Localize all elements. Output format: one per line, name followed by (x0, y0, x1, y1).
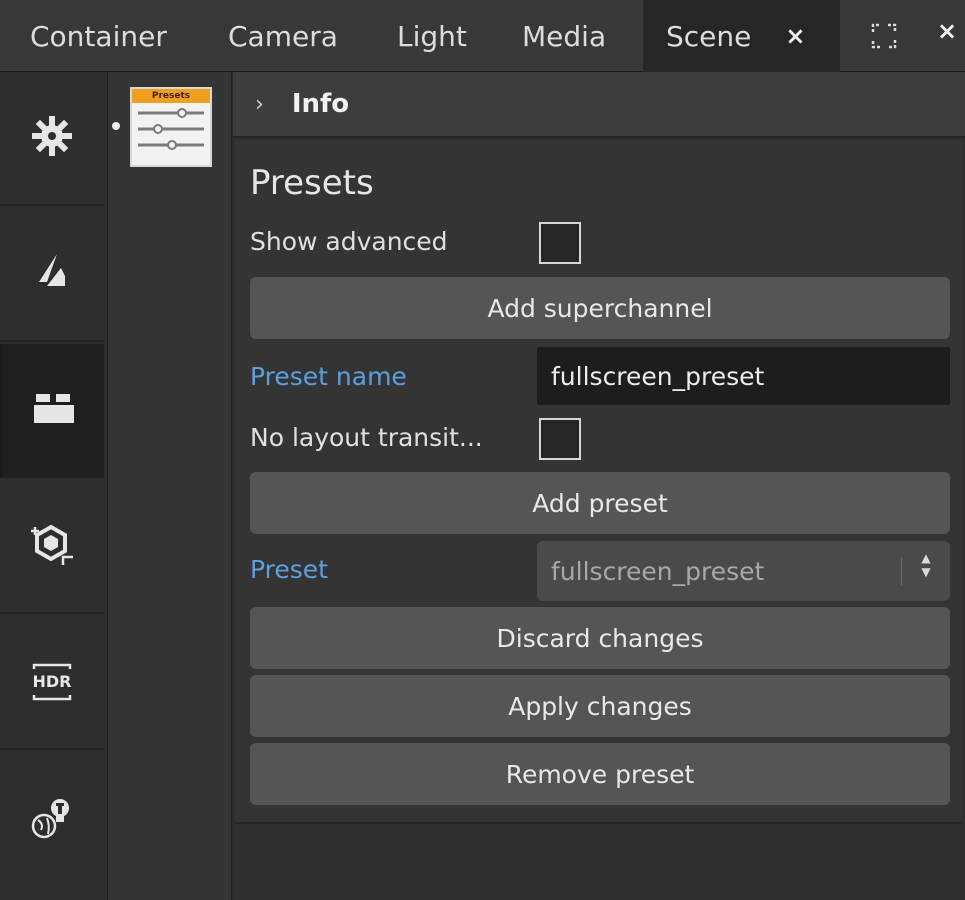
tab-light[interactable]: Light (397, 0, 467, 72)
remove-preset-button[interactable]: Remove preset (250, 743, 950, 805)
presets-section: Presets Show advanced Add superchannel P… (235, 140, 963, 824)
tab-media[interactable]: Media (522, 0, 606, 72)
no-layout-transition-checkbox[interactable] (539, 418, 581, 460)
maximize-icon[interactable] (871, 23, 897, 49)
node-column: Presets (108, 72, 232, 900)
show-advanced-label: Show advanced (250, 227, 448, 256)
no-layout-transition-label: No layout transit... (250, 423, 483, 452)
hdr-icon: HDR (32, 662, 72, 702)
rail-item-3d-object[interactable] (0, 480, 104, 614)
presets-node-label: Presets (132, 89, 210, 103)
sliders-icon (138, 108, 204, 150)
discard-changes-label: Discard changes (496, 623, 704, 653)
tab-camera-label: Camera (228, 19, 338, 53)
apply-changes-label: Apply changes (508, 691, 692, 721)
rail-item-layers[interactable] (0, 208, 104, 342)
remove-preset-label: Remove preset (505, 759, 695, 789)
tab-scene-label: Scene (666, 19, 752, 53)
preset-select[interactable]: fullscreen_preset ▲ ▼ (537, 541, 950, 601)
preset-name-input[interactable]: fullscreen_preset (537, 347, 950, 405)
add-superchannel-button[interactable]: Add superchannel (250, 277, 950, 339)
discard-changes-button[interactable]: Discard changes (250, 607, 950, 669)
tab-close-icon[interactable]: × (785, 22, 805, 50)
node-port[interactable] (108, 122, 120, 130)
show-advanced-checkbox[interactable] (539, 222, 581, 264)
preset-name-label: Preset name (250, 362, 407, 391)
preset-name-value: fullscreen_preset (551, 361, 765, 391)
apply-changes-button[interactable]: Apply changes (250, 675, 950, 737)
scene-icon (32, 390, 76, 430)
tab-camera[interactable]: Camera (228, 0, 338, 72)
presets-node[interactable]: Presets (130, 87, 212, 167)
properties-panel: › Info Presets Show advanced Add superch… (233, 72, 965, 900)
info-title: Info (291, 89, 350, 119)
tab-bar: Container Camera Light Media Scene × × (0, 0, 965, 72)
preset-select-value: fullscreen_preset (551, 556, 765, 586)
globe-light-icon (29, 794, 75, 844)
3d-object-icon (29, 521, 75, 571)
add-preset-label: Add preset (532, 488, 668, 518)
layers-icon (35, 252, 69, 296)
rail-item-settings[interactable] (0, 72, 104, 206)
presets-title: Presets (250, 163, 374, 203)
tab-scene[interactable]: Scene × (643, 0, 840, 72)
window-close-icon[interactable]: × (937, 17, 957, 45)
gear-icon (32, 116, 72, 160)
rail-item-hdr[interactable]: HDR (0, 616, 104, 750)
tool-rail: HDR (0, 72, 108, 900)
tab-container-label: Container (30, 19, 167, 53)
tab-media-label: Media (522, 19, 607, 53)
tab-light-label: Light (397, 19, 467, 53)
info-section-header[interactable]: › Info (233, 72, 965, 138)
hdr-icon-text: HDR (32, 672, 72, 691)
add-superchannel-label: Add superchannel (487, 293, 713, 323)
chevron-right-icon: › (255, 91, 264, 117)
rail-item-scene[interactable] (0, 344, 104, 478)
preset-label: Preset (250, 555, 328, 584)
rail-item-environment[interactable] (0, 752, 104, 886)
select-divider (901, 557, 902, 585)
add-preset-button[interactable]: Add preset (250, 472, 950, 534)
chevron-updown-icon: ▲ ▼ (921, 551, 931, 579)
tab-container[interactable]: Container (30, 0, 167, 72)
